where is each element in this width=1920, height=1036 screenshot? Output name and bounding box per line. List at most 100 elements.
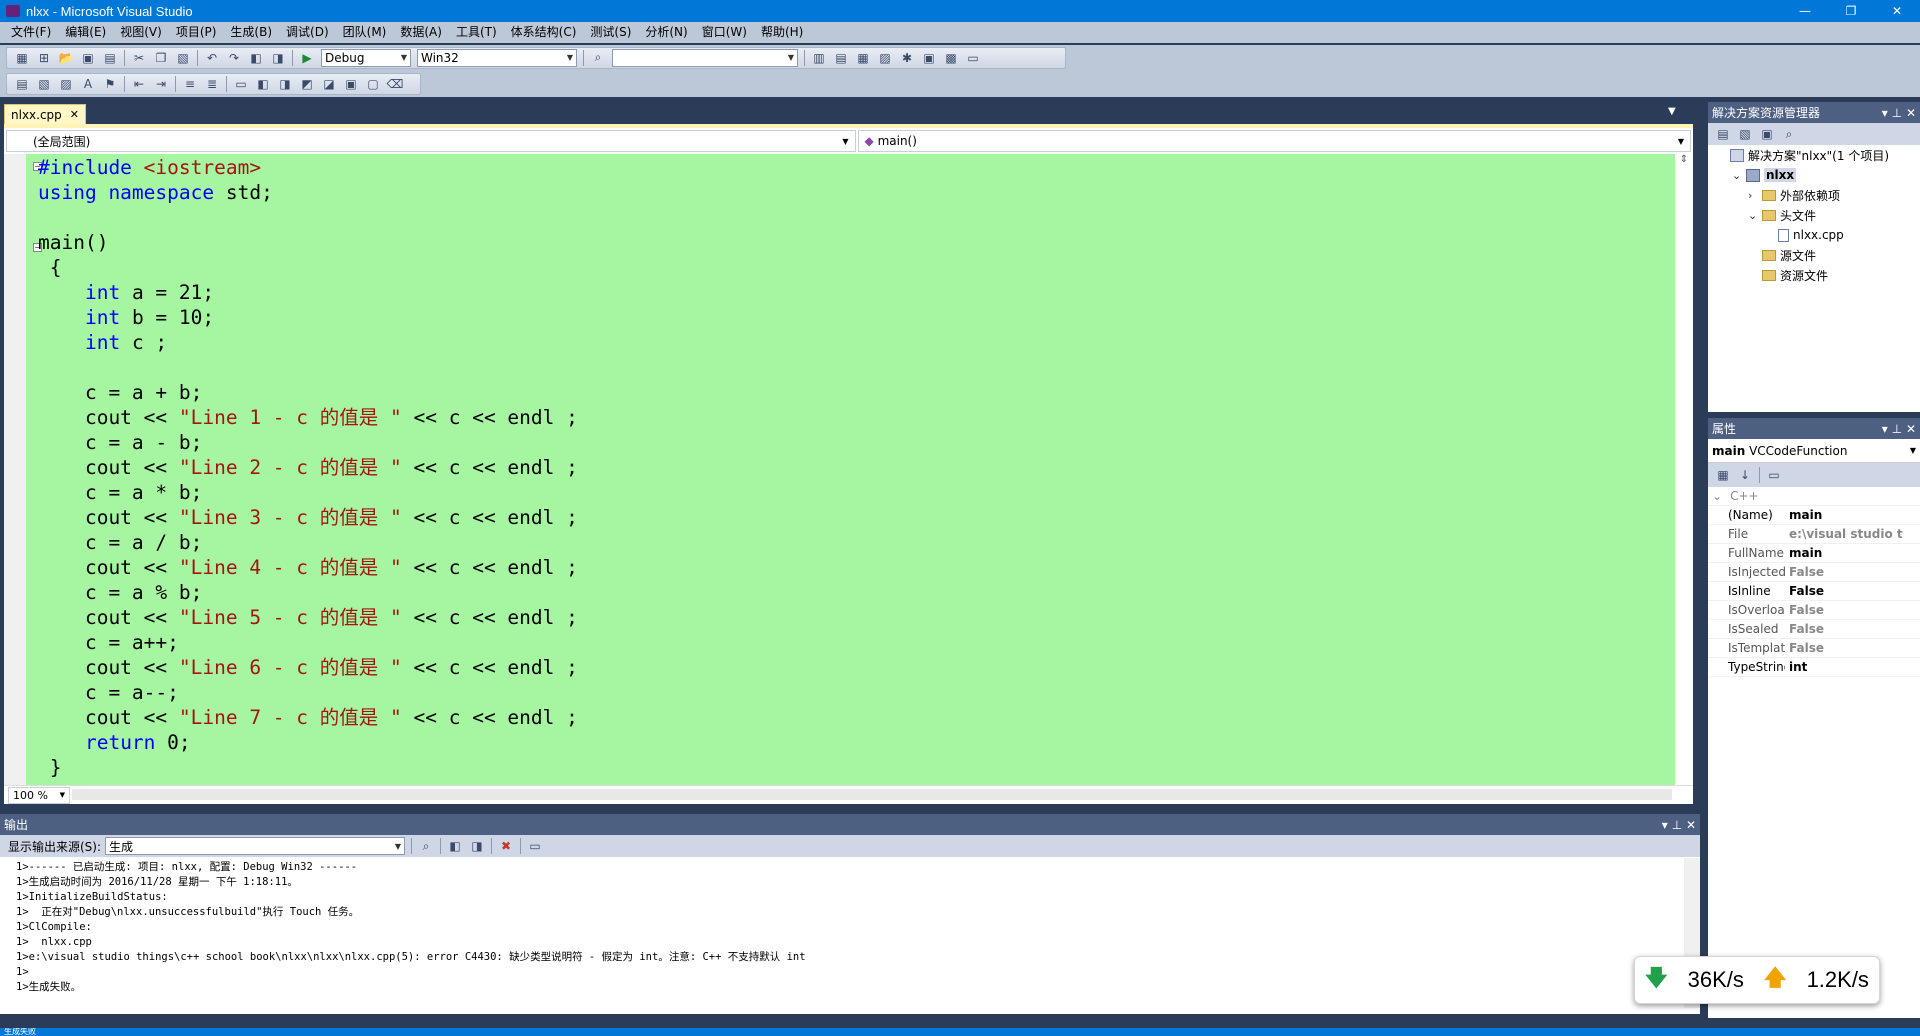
property-pages-icon[interactable]: ▭ [1765, 466, 1783, 484]
redo-icon[interactable]: ↷ [225, 49, 243, 67]
dropdown-icon[interactable]: ▾ [1882, 422, 1888, 436]
property-row[interactable]: TypeStringint [1708, 658, 1920, 677]
tree-item[interactable]: ⌄ 头文件 [1708, 205, 1920, 225]
menu-view[interactable]: 视图(V) [113, 22, 169, 43]
new-project-icon[interactable]: ▦ [13, 49, 31, 67]
scope-select[interactable]: (全局范围) ▼ [6, 130, 856, 152]
property-value[interactable]: False [1785, 603, 1824, 617]
properties-icon[interactable]: ▤ [832, 49, 850, 67]
uncomment-icon[interactable]: ≣ [203, 75, 221, 93]
pin-icon[interactable]: ⊥ [1672, 818, 1682, 832]
property-value[interactable]: False [1785, 565, 1824, 579]
menu-edit[interactable]: 编辑(E) [58, 22, 113, 43]
toggle-bookmark-icon[interactable]: ▭ [232, 75, 250, 93]
menu-build[interactable]: 生成(B) [223, 22, 279, 43]
clear-all-icon[interactable]: ✖ [497, 837, 515, 855]
output-text[interactable]: 1>------ 已启动生成: 项目: nlxx, 配置: Debug Win3… [16, 860, 806, 995]
find-in-files-icon[interactable]: ⌕ [589, 49, 607, 67]
property-value[interactable]: False [1785, 641, 1824, 655]
tree-item[interactable]: 资源文件 [1708, 265, 1920, 285]
parameter-info-icon[interactable]: ▧ [35, 75, 53, 93]
menu-data[interactable]: 数据(A) [393, 22, 449, 43]
property-row[interactable]: IsTemplateFalse [1708, 639, 1920, 658]
menu-project[interactable]: 项目(P) [169, 22, 224, 43]
find-message-icon[interactable]: ⌕ [417, 837, 435, 855]
paste-icon[interactable]: ▧ [174, 49, 192, 67]
property-row[interactable]: IsInline False [1708, 582, 1920, 601]
quick-info-icon[interactable]: ▨ [57, 75, 75, 93]
pin-icon[interactable]: ⊥ [1892, 106, 1902, 120]
properties-icon[interactable]: ▤ [1714, 125, 1732, 143]
tree-item[interactable]: ⌄ nlxx [1708, 165, 1920, 185]
editor-vertical-scrollbar[interactable]: ⇕ [1675, 154, 1693, 785]
property-row[interactable]: File e:\visual studio t [1708, 525, 1920, 544]
property-row[interactable]: (Name) main [1708, 506, 1920, 525]
property-object-select[interactable]: main VCCodeFunction ▼ [1708, 439, 1920, 463]
next-bookmark-icon[interactable]: ◨ [276, 75, 294, 93]
extension-manager-icon[interactable]: ▩ [942, 49, 960, 67]
menu-file[interactable]: 文件(F) [4, 22, 58, 43]
tab-nlxx-cpp[interactable]: nlxx.cpp ✕ [4, 104, 87, 124]
show-all-files-icon[interactable]: ▧ [1736, 125, 1754, 143]
display-object-member-list-icon[interactable]: ▤ [13, 75, 31, 93]
dropdown-icon[interactable]: ▾ [1662, 818, 1668, 832]
undo-icon[interactable]: ↶ [203, 49, 221, 67]
save-all-icon[interactable]: ▤ [101, 49, 119, 67]
start-debugging-icon[interactable]: ▶ [298, 49, 316, 67]
comment-icon[interactable]: ≡ [181, 75, 199, 93]
command-window-icon[interactable]: ▭ [964, 49, 982, 67]
property-value[interactable]: main [1785, 508, 1822, 522]
property-category[interactable]: ⌄ C++ [1708, 487, 1920, 506]
editor-horizontal-scrollbar[interactable] [72, 789, 1672, 800]
navigate-forward-icon[interactable]: ◨ [269, 49, 287, 67]
property-value[interactable]: e:\visual studio t [1785, 527, 1903, 541]
navigate-back-icon[interactable]: ◧ [247, 49, 265, 67]
menu-analyze[interactable]: 分析(N) [638, 22, 694, 43]
alphabetical-icon[interactable]: ↓ [1736, 466, 1754, 484]
close-icon[interactable]: ✕ [1686, 818, 1696, 832]
toggle-word-wrap-icon[interactable]: ▭ [526, 837, 544, 855]
property-row[interactable]: FullName main [1708, 544, 1920, 563]
toolbox-icon[interactable]: ▨ [876, 49, 894, 67]
minimize-button[interactable]: — [1782, 0, 1828, 22]
prev-bookmark-folder-icon[interactable]: ◩ [298, 75, 316, 93]
go-to-next-icon[interactable]: ◨ [468, 837, 486, 855]
categorized-icon[interactable]: ▦ [1714, 466, 1732, 484]
expander-icon[interactable]: ⌄ [1748, 209, 1762, 222]
zoom-select[interactable]: 100 % ▼ [8, 786, 70, 804]
tab-dropdown-icon[interactable]: ▼ [1668, 106, 1676, 117]
menu-architecture[interactable]: 体系结构(C) [504, 22, 584, 43]
open-file-icon[interactable]: 📂 [57, 49, 75, 67]
menu-team[interactable]: 团队(M) [336, 22, 394, 43]
next-bookmark-folder-icon[interactable]: ◪ [320, 75, 338, 93]
cut-icon[interactable]: ✂ [130, 49, 148, 67]
property-value[interactable]: False [1785, 622, 1824, 636]
configuration-select[interactable]: Debug ▼ [321, 48, 411, 67]
solution-explorer-icon[interactable]: ▥ [810, 49, 828, 67]
property-value[interactable]: int [1785, 660, 1807, 674]
expander-icon[interactable]: ⌄ [1732, 169, 1746, 182]
split-icon[interactable]: ⇕ [1675, 154, 1693, 165]
menu-tools[interactable]: 工具(T) [449, 22, 504, 43]
tree-item[interactable]: nlxx.cpp [1708, 225, 1920, 245]
property-row[interactable]: IsInjected False [1708, 563, 1920, 582]
prev-bookmark-doc-icon[interactable]: ▣ [342, 75, 360, 93]
expander-icon[interactable]: › [1748, 189, 1762, 202]
clear-bookmarks-icon[interactable]: ⌫ [386, 75, 404, 93]
platform-select[interactable]: Win32 ▼ [417, 48, 577, 67]
previous-bookmark-icon[interactable]: ◧ [254, 75, 272, 93]
refresh-icon[interactable]: ▣ [1758, 125, 1776, 143]
tree-item[interactable]: 解决方案"nlxx"(1 个项目) [1708, 145, 1920, 165]
pin-icon[interactable]: ⊥ [1892, 422, 1902, 436]
property-row[interactable]: IsOverloadeFalse [1708, 601, 1920, 620]
team-explorer-icon[interactable]: ✱ [898, 49, 916, 67]
close-icon[interactable]: ✕ [1906, 422, 1916, 436]
property-value[interactable]: main [1785, 546, 1822, 560]
save-icon[interactable]: ▣ [79, 49, 97, 67]
go-to-previous-icon[interactable]: ◧ [446, 837, 464, 855]
menu-window[interactable]: 窗口(W) [695, 22, 754, 43]
increase-indent-icon[interactable]: ⇥ [152, 75, 170, 93]
code-editor[interactable]: − − #include <iostream> using namespace s… [4, 154, 1693, 785]
tree-item[interactable]: › 外部依赖项 [1708, 185, 1920, 205]
output-source-select[interactable]: 生成 ▼ [105, 837, 406, 855]
